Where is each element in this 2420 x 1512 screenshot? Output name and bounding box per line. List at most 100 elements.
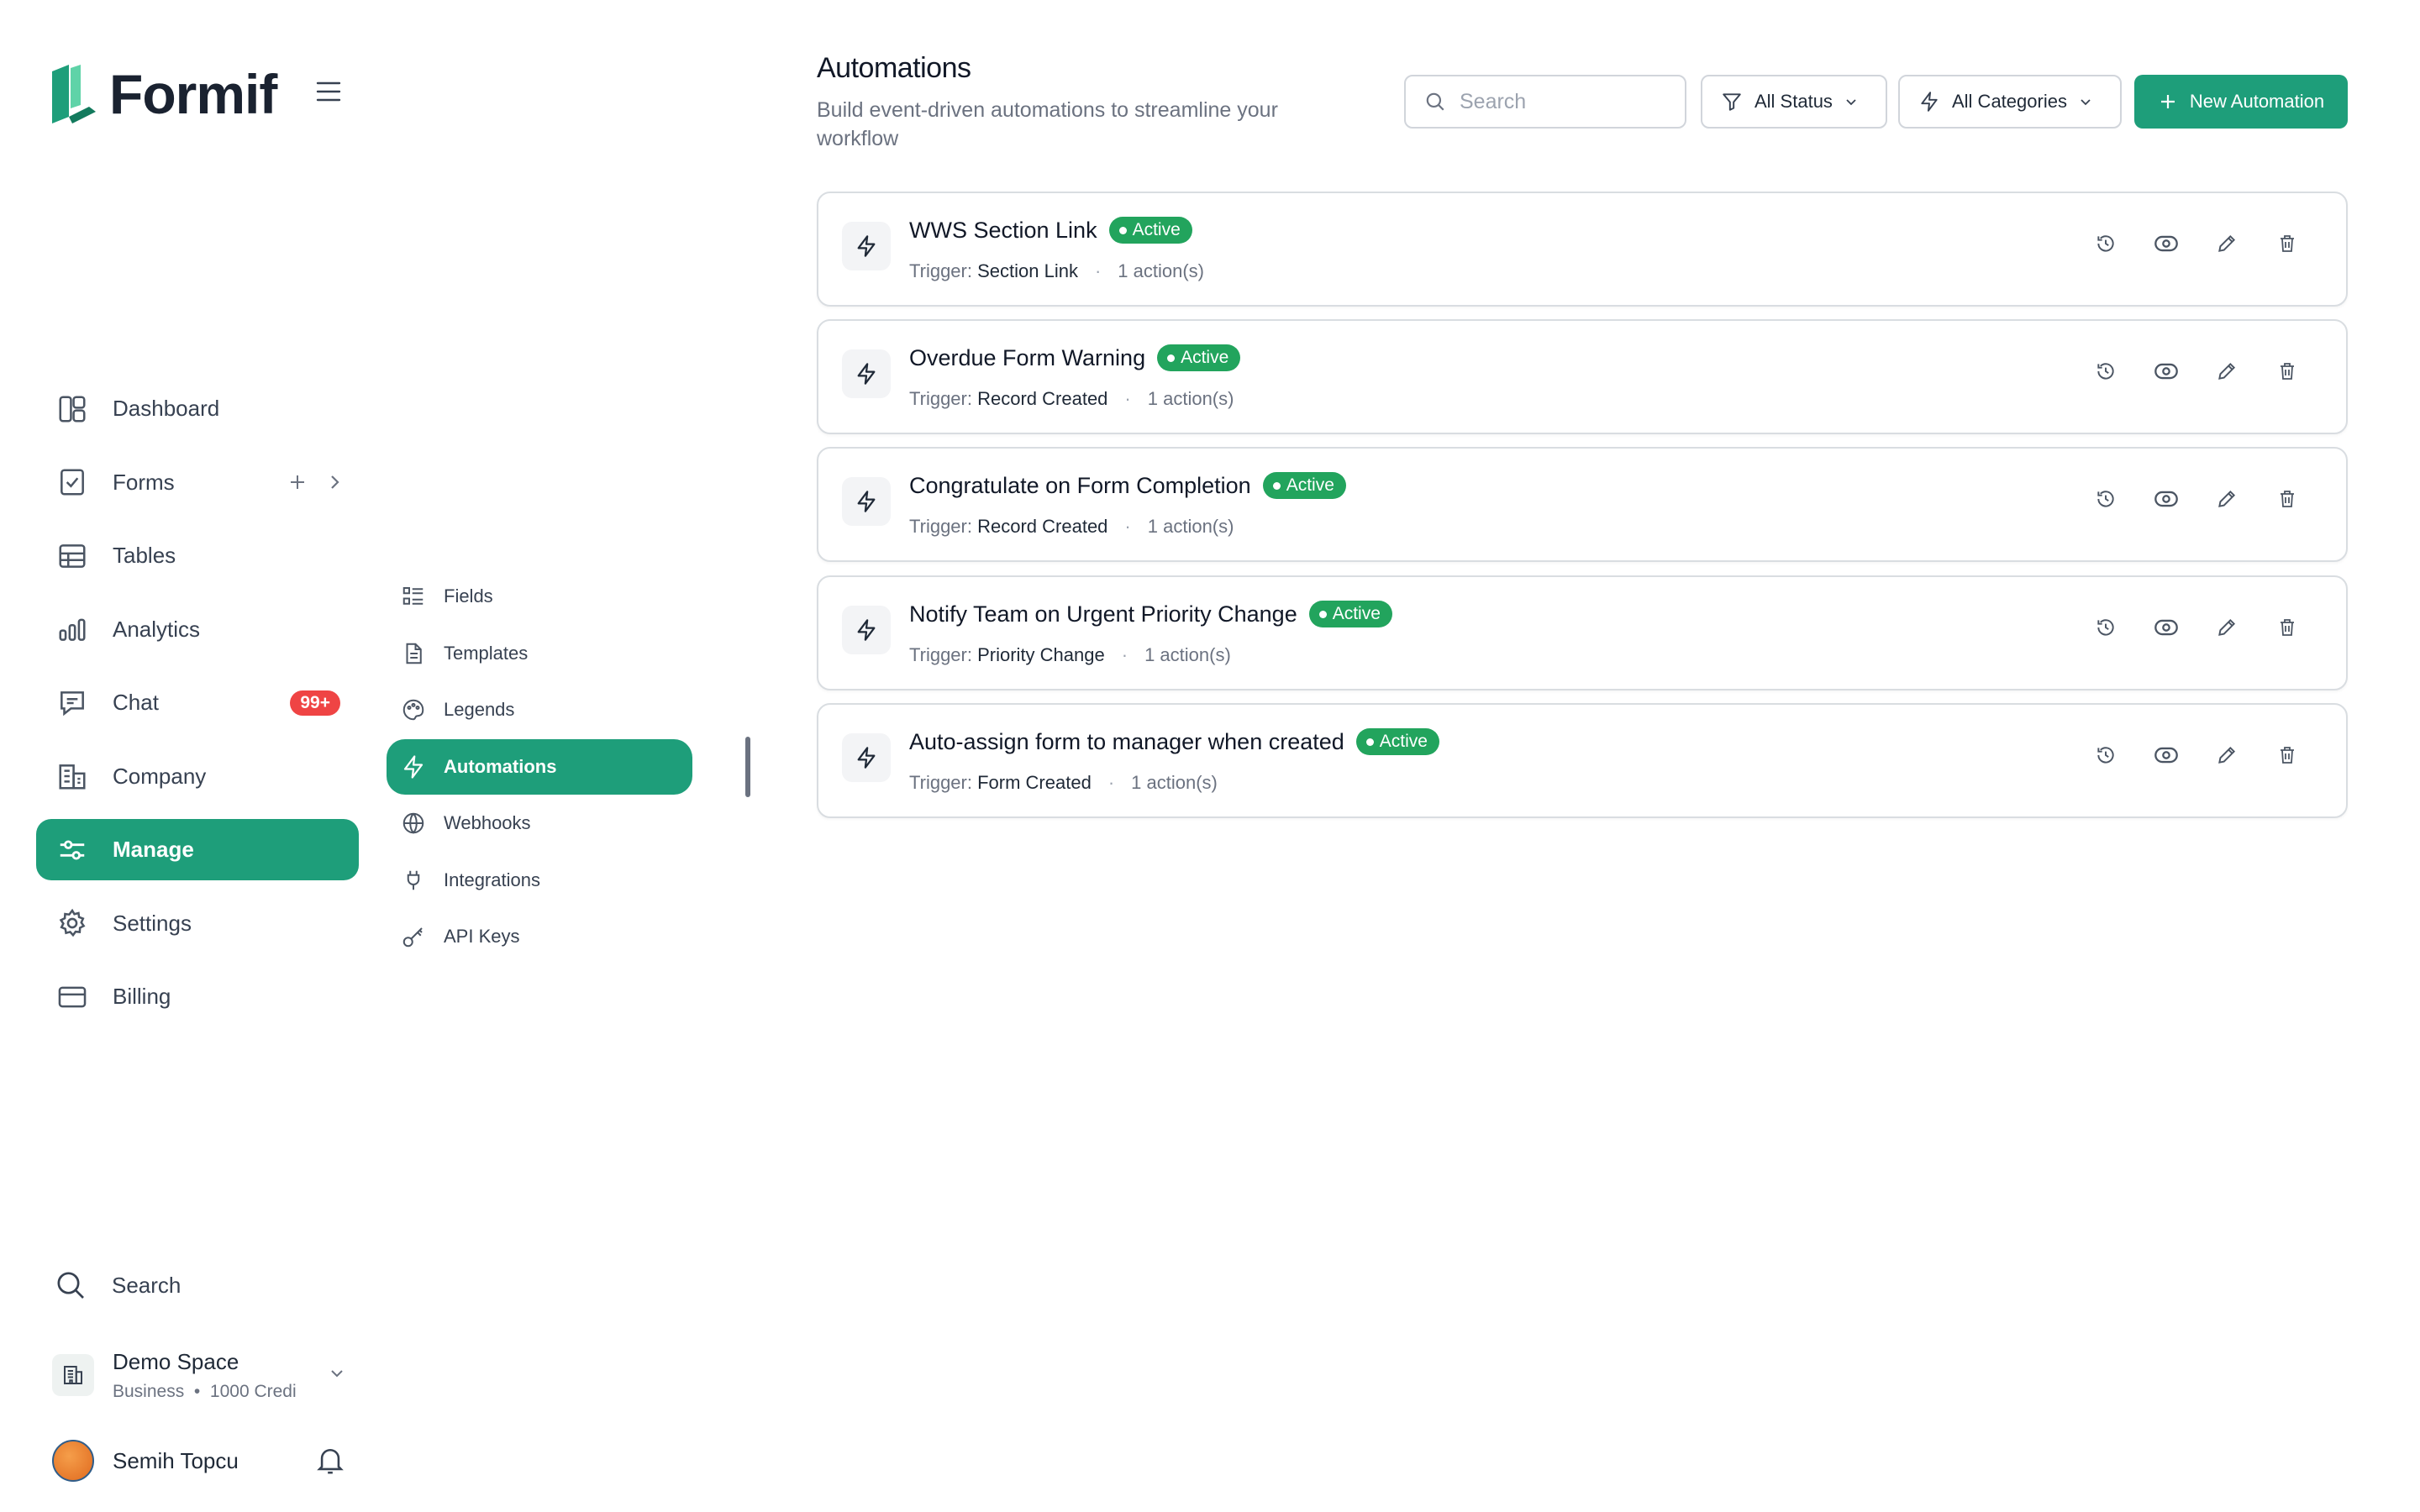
eye-icon[interactable] (2153, 486, 2180, 512)
sidebar-item-settings[interactable]: Settings (36, 893, 359, 954)
automation-card[interactable]: Notify Team on Urgent Priority Change Ac… (817, 575, 2348, 690)
menu-icon[interactable] (316, 81, 341, 102)
eye-icon[interactable] (2153, 614, 2180, 641)
sidebar-item-label: Settings (113, 910, 192, 936)
chat-icon (60, 690, 84, 716)
globe-icon (402, 812, 424, 834)
sidebar-search[interactable]: Search (54, 1268, 181, 1302)
notification-badge: 99+ (290, 690, 340, 716)
automation-name: Auto-assign form to manager when created (909, 728, 1344, 754)
sidebar-item-billing[interactable]: Billing (36, 966, 359, 1027)
status-filter-button[interactable]: All Status (1701, 75, 1887, 129)
plus-icon[interactable] (288, 473, 307, 491)
eye-icon[interactable] (2153, 742, 2180, 769)
history-icon[interactable] (2092, 742, 2119, 769)
subnav-item-label: Fields (444, 585, 493, 606)
edit-icon[interactable] (2213, 358, 2240, 385)
sidebar-item-dashboard[interactable]: Dashboard (36, 378, 359, 439)
lightning-icon (842, 477, 891, 526)
trash-icon[interactable] (2274, 742, 2301, 769)
sidebar-item-label: Company (113, 763, 207, 789)
edit-icon[interactable] (2213, 614, 2240, 641)
automation-meta: Trigger: Form Created · 1 action(s) (909, 772, 1218, 793)
lightning-icon (1921, 92, 1938, 112)
sidebar-item-forms[interactable]: Forms (36, 452, 359, 513)
search-field[interactable] (1404, 75, 1686, 129)
chevron-down-icon (1846, 99, 1856, 106)
workspace-icon (52, 1354, 94, 1396)
form-check-icon (60, 469, 84, 496)
subnav-item-automations[interactable]: Automations (387, 738, 692, 795)
trash-icon[interactable] (2274, 358, 2301, 385)
search-icon (57, 1272, 84, 1299)
trash-icon[interactable] (2274, 230, 2301, 257)
bell-icon[interactable] (316, 1445, 345, 1477)
subnav-item-webhooks[interactable]: Webhooks (387, 795, 692, 851)
category-filter-label: All Categories (1952, 91, 2067, 112)
status-badge: Active (1157, 344, 1241, 371)
logo-icon (52, 65, 96, 123)
history-icon[interactable] (2092, 358, 2119, 385)
plug-icon (407, 870, 420, 890)
subnav-item-label: API Keys (444, 926, 520, 947)
sidebar-item-chat[interactable]: Chat 99+ (36, 672, 359, 733)
subnav-item-templates[interactable]: Templates (387, 626, 692, 681)
history-icon[interactable] (2092, 230, 2119, 257)
lightning-icon (842, 222, 891, 270)
list-icon (402, 587, 424, 605)
chevron-right-icon[interactable] (329, 473, 340, 491)
eye-icon[interactable] (2153, 230, 2180, 257)
document-icon (406, 643, 422, 664)
trash-icon[interactable] (2274, 614, 2301, 641)
automation-card[interactable]: Auto-assign form to manager when created… (817, 703, 2348, 818)
sidebar-item-label: Chat (113, 690, 159, 715)
user-profile[interactable]: Semih Topcu (52, 1440, 239, 1482)
dashboard-icon (59, 395, 86, 423)
sidebar-item-label: Dashboard (113, 396, 220, 421)
lightning-icon (842, 349, 891, 398)
subnav-item-label: Automations (444, 755, 557, 777)
history-icon[interactable] (2092, 486, 2119, 512)
new-automation-label: New Automation (2189, 91, 2325, 112)
lightning-icon (842, 733, 891, 782)
sidebar-item-manage[interactable]: Manage (36, 819, 359, 880)
chevron-down-icon (2081, 99, 2091, 106)
status-badge: Active (1308, 601, 1392, 627)
plus-icon (2160, 95, 2175, 108)
sidebar-item-label: Manage (113, 837, 194, 862)
building-icon (59, 764, 86, 790)
workspace-switcher[interactable]: Demo Space Business • 1000 Credits (52, 1344, 346, 1406)
subnav-item-fields[interactable]: Fields (387, 569, 692, 624)
subnav-item-integrations[interactable]: Integrations (387, 853, 692, 908)
automation-card[interactable]: Overdue Form Warning Active Trigger: Rec… (817, 319, 2348, 434)
chevron-down-icon (331, 1370, 343, 1378)
automation-meta: Trigger: Record Created · 1 action(s) (909, 516, 1234, 537)
automation-card[interactable]: Congratulate on Form Completion Active T… (817, 447, 2348, 562)
app-logo[interactable]: Formif (52, 62, 277, 126)
workspace-name: Demo Space (113, 1348, 239, 1374)
subnav-item-legends[interactable]: Legends (387, 682, 692, 738)
subnav-scrollbar[interactable] (745, 737, 750, 797)
edit-icon[interactable] (2213, 230, 2240, 257)
subnav-item-api-keys[interactable]: API Keys (387, 909, 692, 964)
edit-icon[interactable] (2213, 486, 2240, 512)
new-automation-button[interactable]: New Automation (2134, 75, 2348, 129)
subnav-item-label: Legends (444, 699, 515, 720)
sidebar-item-tables[interactable]: Tables (36, 525, 359, 586)
automation-meta: Trigger: Priority Change · 1 action(s) (909, 644, 1231, 665)
history-icon[interactable] (2092, 614, 2119, 641)
status-badge: Active (1108, 217, 1192, 244)
trash-icon[interactable] (2274, 486, 2301, 512)
sliders-icon (60, 839, 85, 860)
automation-meta: Trigger: Section Link · 1 action(s) (909, 260, 1205, 281)
sidebar-item-company[interactable]: Company (36, 746, 359, 807)
edit-icon[interactable] (2213, 742, 2240, 769)
workspace-plan: Business • 1000 Credits (113, 1381, 296, 1401)
eye-icon[interactable] (2153, 358, 2180, 385)
subnav-item-label: Templates (444, 642, 529, 664)
page-subtitle: Build event-driven automations to stream… (817, 98, 1278, 150)
category-filter-button[interactable]: All Categories (1898, 75, 2122, 129)
sidebar-item-analytics[interactable]: Analytics (36, 599, 359, 660)
automation-card[interactable]: WWS Section Link Active Trigger: Section… (817, 192, 2348, 307)
search-input[interactable] (1460, 89, 1678, 114)
